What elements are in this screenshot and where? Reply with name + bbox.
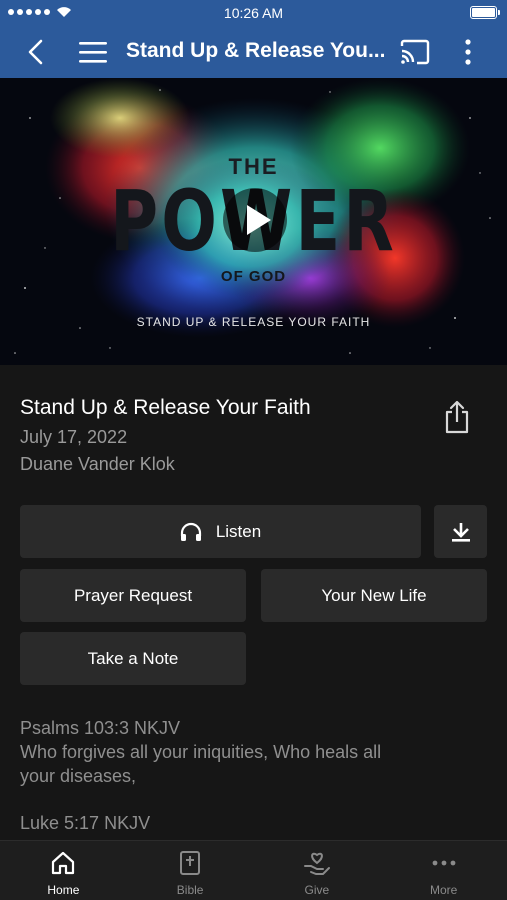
bottom-tab-bar: Home Bible Give More [0,840,507,900]
tab-give[interactable]: Give [254,841,381,900]
headphones-icon [180,522,201,541]
prayer-request-button[interactable]: Prayer Request [20,569,246,622]
sermon-speaker: Duane Vander Klok [20,454,175,474]
cast-icon[interactable] [399,39,431,65]
page-title: Stand Up & Release You... [126,39,386,62]
scripture-item[interactable]: Psalms 103:3 NKJV Who forgives all your … [20,716,420,788]
bible-icon [180,851,201,875]
more-options-icon[interactable] [458,38,478,66]
share-icon[interactable] [443,400,471,434]
sermon-title: Stand Up & Release Your Faith [20,396,311,419]
top-navigation-bar: Stand Up & Release You... [0,26,507,78]
status-time: 10:26 AM [223,5,284,21]
sermon-date: July 17, 2022 [20,427,128,447]
tab-more[interactable]: More [380,841,507,900]
scripture-reference: Psalms 103:3 NKJV [20,718,181,738]
give-icon [303,852,330,875]
download-icon [451,522,470,542]
home-icon [52,851,75,875]
listen-label: Listen [215,521,262,541]
download-button[interactable] [434,505,487,558]
artwork-tagline: STAND UP & RELEASE YOUR FAITH [136,315,371,329]
take-a-note-button[interactable]: Take a Note [20,632,246,685]
status-bar: 10:26 AM [0,0,507,26]
battery-icon [470,6,500,19]
tab-label: Give [304,883,330,897]
scripture-text: Who forgives all your iniquities, Who he… [20,742,382,786]
artwork-title-bottom: OF GOD [220,268,287,285]
back-chevron-icon[interactable] [22,38,50,66]
sermon-video-thumbnail[interactable]: THE POWER OF GOD STAND UP & RELEASE YOUR… [0,78,507,365]
tab-label: More [429,883,458,897]
tab-home[interactable]: Home [0,841,127,900]
listen-button[interactable]: Listen [20,505,421,558]
play-button[interactable] [223,188,287,252]
your-new-life-button[interactable]: Your New Life [261,569,487,622]
tab-bible[interactable]: Bible [127,841,254,900]
hamburger-menu-icon[interactable] [78,40,108,64]
tab-label: Bible [176,883,204,897]
scripture-reference: Luke 5:17 NKJV [20,813,151,833]
scripture-item[interactable]: Luke 5:17 NKJV [20,811,420,835]
more-icon [432,860,456,866]
tab-label: Home [47,883,80,897]
